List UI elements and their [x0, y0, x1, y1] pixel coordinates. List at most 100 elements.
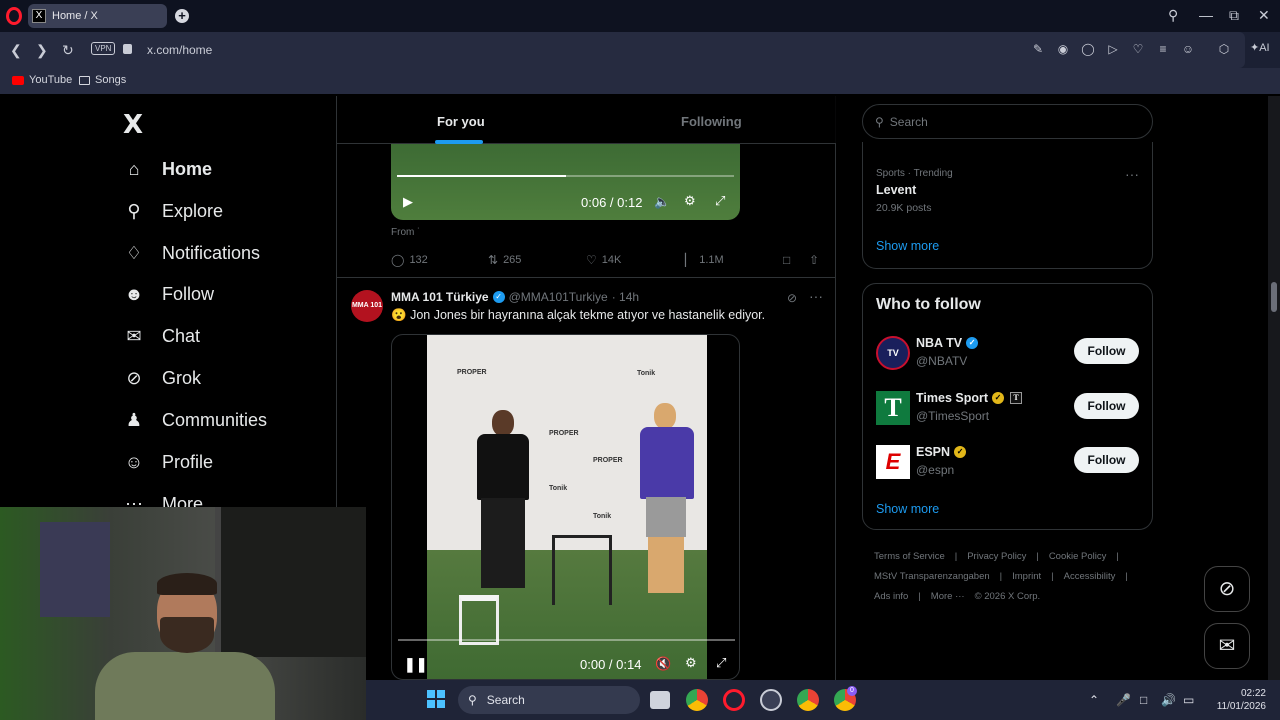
- mstv-link[interactable]: MStV Transparenzangaben: [874, 571, 990, 582]
- app-icon[interactable]: [760, 689, 782, 711]
- times-sport-avatar[interactable]: T: [876, 391, 910, 425]
- show-more-trends-link[interactable]: Show more: [876, 239, 939, 253]
- opera-logo-icon[interactable]: [6, 7, 22, 25]
- menu-icon[interactable]: ≡: [1156, 42, 1170, 56]
- account-name[interactable]: NBA TV ✓: [916, 336, 982, 350]
- share-button[interactable]: ⇧: [809, 253, 824, 267]
- follow-button[interactable]: Follow: [1074, 447, 1139, 473]
- sidebar-item-explore[interactable]: ⚲ Explore: [123, 200, 223, 222]
- close-window-button[interactable]: ✕: [1258, 7, 1270, 24]
- suggested-account[interactable]: E ESPN ✓ @espn Follow: [876, 443, 1146, 483]
- reload-button[interactable]: ↻: [62, 42, 74, 59]
- show-more-follow-link[interactable]: Show more: [876, 502, 939, 516]
- settings-icon[interactable]: ⚙: [684, 193, 696, 209]
- maximize-button[interactable]: ⧉: [1229, 7, 1239, 24]
- search-input[interactable]: ⚲ Search: [862, 104, 1153, 139]
- tab-following[interactable]: Following: [681, 114, 742, 129]
- tab-for-you[interactable]: For you: [437, 114, 485, 129]
- cookie-link[interactable]: Cookie Policy: [1049, 551, 1107, 562]
- opera-icon[interactable]: [723, 689, 745, 711]
- minimize-button[interactable]: —: [1199, 7, 1213, 23]
- scrollbar-thumb[interactable]: [1271, 282, 1277, 312]
- fullscreen-icon[interactable]: ⤢: [715, 193, 725, 209]
- chrome-icon[interactable]: [797, 689, 819, 711]
- accessibility-link[interactable]: Accessibility: [1064, 571, 1116, 582]
- avatar[interactable]: MMA 101: [351, 290, 383, 322]
- sidebar-item-chat[interactable]: ✉ Chat: [123, 325, 200, 347]
- sidebar-item-notifications[interactable]: ♢ Notifications: [123, 242, 260, 264]
- suggested-account[interactable]: T Times Sport ✓ T @TimesSport Follow: [876, 389, 1146, 429]
- privacy-link[interactable]: Privacy Policy: [967, 551, 1026, 562]
- more-icon[interactable]: ···: [1125, 166, 1139, 182]
- url-field[interactable]: x.com/home: [147, 43, 212, 57]
- sidebar-item-grok[interactable]: ⊘ Grok: [123, 367, 201, 389]
- microphone-icon[interactable]: 🎤: [1116, 693, 1131, 707]
- windows-start-icon[interactable]: [427, 690, 445, 708]
- repost-button[interactable]: ⇅ 265: [488, 253, 521, 267]
- views-button[interactable]: ▏ 1.1M: [685, 253, 724, 267]
- grok-fab-button[interactable]: ⊘: [1204, 566, 1250, 612]
- video-progress-track[interactable]: [398, 639, 735, 641]
- nba-tv-avatar[interactable]: TV: [876, 336, 910, 370]
- author-handle[interactable]: @MMA101Turkiye: [509, 290, 608, 304]
- suggested-account[interactable]: TV NBA TV ✓ @NBATV Follow: [876, 334, 1146, 374]
- bookmark-songs[interactable]: Songs: [79, 74, 126, 86]
- sidebar-item-follow[interactable]: ☻ Follow: [123, 283, 215, 305]
- more-link[interactable]: More ···: [931, 591, 965, 602]
- task-view-icon[interactable]: [650, 691, 670, 709]
- reply-button[interactable]: ◯ 132: [391, 253, 428, 267]
- chevron-up-icon[interactable]: ⌃: [1089, 693, 1099, 707]
- espn-avatar[interactable]: E: [876, 445, 910, 479]
- mute-icon[interactable]: 🔇: [655, 656, 671, 672]
- taskbar-search[interactable]: ⚲ Search: [458, 686, 640, 714]
- volume-icon[interactable]: 🔊: [1161, 693, 1176, 707]
- messages-fab-button[interactable]: ✉: [1204, 623, 1250, 669]
- video-player-1[interactable]: ▶ 0:06 / 0:12 🔈 ⚙ ⤢: [391, 144, 740, 220]
- volume-icon[interactable]: 🔈: [654, 194, 670, 210]
- battery-icon[interactable]: ▭: [1183, 693, 1194, 707]
- x-logo-icon[interactable]: X: [123, 110, 143, 140]
- extensions-icon[interactable]: ⬡: [1217, 42, 1231, 56]
- follow-button[interactable]: Follow: [1074, 393, 1139, 419]
- more-icon[interactable]: ···: [809, 288, 823, 304]
- forward-button[interactable]: ❯: [36, 42, 48, 59]
- account-name[interactable]: ESPN ✓: [916, 445, 970, 459]
- fullscreen-icon[interactable]: ⤢: [716, 655, 726, 671]
- ai-button[interactable]: ✦AI: [1250, 41, 1270, 54]
- taskbar-clock[interactable]: 02:22 11/01/2026: [1206, 687, 1266, 713]
- follow-button[interactable]: Follow: [1074, 338, 1139, 364]
- camera-icon[interactable]: ◉: [1056, 42, 1070, 56]
- play-icon[interactable]: ▷: [1106, 42, 1120, 56]
- video-player-2[interactable]: PROPER Tonik PROPER PROPER Tonik Tonik ❚…: [391, 334, 740, 680]
- sidebar-item-communities[interactable]: ♟ Communities: [123, 409, 267, 431]
- grok-icon[interactable]: ⊘: [787, 291, 797, 305]
- heart-icon[interactable]: ♡: [1131, 42, 1145, 56]
- imprint-link[interactable]: Imprint: [1012, 571, 1041, 582]
- lock-icon[interactable]: [123, 44, 132, 54]
- trend-name[interactable]: Levent: [876, 183, 916, 197]
- author-name[interactable]: MMA 101 Türkiye: [391, 290, 489, 304]
- vpn-badge[interactable]: VPN: [91, 42, 116, 55]
- terms-link[interactable]: Terms of Service: [874, 551, 945, 562]
- post-divider: [337, 277, 836, 278]
- sidebar-item-home[interactable]: ⌂ Home: [123, 158, 212, 180]
- account-icon[interactable]: ☺: [1181, 42, 1195, 56]
- chrome-icon[interactable]: [686, 689, 708, 711]
- edit-icon[interactable]: ✎: [1031, 42, 1045, 56]
- ads-info-link[interactable]: Ads info: [874, 591, 908, 602]
- like-button[interactable]: ♡ 14K: [586, 253, 621, 267]
- play-icon[interactable]: ▶: [403, 194, 413, 210]
- network-icon[interactable]: □: [1140, 693, 1147, 707]
- sidebar-item-profile[interactable]: ☺ Profile: [123, 451, 213, 473]
- new-tab-button[interactable]: +: [175, 9, 189, 23]
- account-name[interactable]: Times Sport ✓ T: [916, 391, 1023, 405]
- search-tabs-icon[interactable]: ⚲: [1168, 7, 1178, 24]
- bookmark-youtube[interactable]: YouTube: [12, 74, 72, 86]
- settings-icon[interactable]: ⚙: [685, 655, 697, 671]
- back-button[interactable]: ❮: [10, 42, 22, 59]
- shield-icon[interactable]: ◯: [1081, 42, 1095, 56]
- pause-icon[interactable]: ❚❚: [404, 656, 427, 673]
- tab-home-x[interactable]: X Home / X: [28, 4, 167, 28]
- bookmark-button[interactable]: □: [783, 253, 795, 267]
- page-scrollbar[interactable]: [1268, 96, 1280, 680]
